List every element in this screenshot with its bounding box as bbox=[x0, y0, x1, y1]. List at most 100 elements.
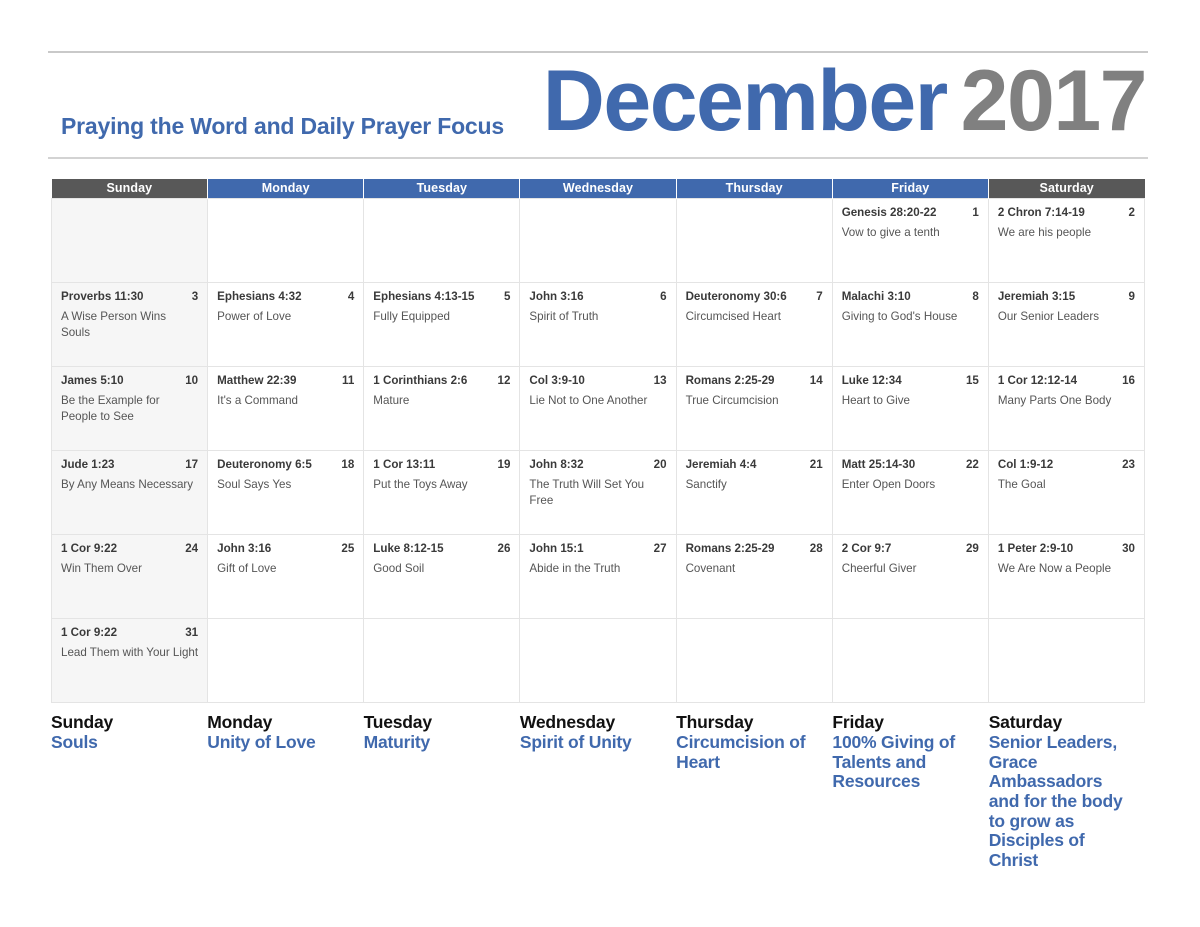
title-month: December bbox=[542, 53, 948, 149]
calendar-day-cell[interactable]: Malachi 3:10 8 Giving to God's House bbox=[832, 282, 989, 367]
calendar-empty-cell bbox=[519, 618, 677, 703]
calendar-day-cell[interactable]: Matt 25:14-30 22 Enter Open Doors bbox=[832, 450, 989, 535]
calendar-day-cell[interactable]: Romans 2:25-29 14 True Circumcision bbox=[676, 366, 833, 451]
scripture-reference: Luke 8:12-15 bbox=[373, 541, 444, 555]
day-prayer-focus: Put the Toys Away bbox=[373, 477, 468, 491]
day-number: 28 bbox=[809, 541, 823, 555]
calendar-day-cell[interactable]: Luke 8:12-15 26 Good Soil bbox=[363, 534, 521, 619]
calendar-day-cell[interactable]: Genesis 28:20-22 1 Vow to give a tenth bbox=[832, 197, 989, 283]
scripture-reference: John 8:32 bbox=[529, 457, 584, 471]
weekday-header-tuesday: Tuesday bbox=[363, 179, 521, 198]
scripture-reference: Luke 12:34 bbox=[841, 373, 902, 387]
day-number: 30 bbox=[1122, 541, 1135, 555]
calendar-day-cell[interactable]: John 8:32 20 The Truth Will Set You Free bbox=[519, 450, 677, 535]
day-cell-top: Jeremiah 3:15 9 bbox=[998, 290, 1135, 303]
calendar-page: Praying the Word and Daily Prayer Focus … bbox=[0, 0, 1200, 927]
calendar-week-row: James 5:10 10 Be the Example for People to… bbox=[50, 366, 1146, 451]
calendar-day-cell[interactable]: 2 Cor 9:7 29 Cheerful Giver bbox=[832, 534, 989, 619]
legend-column-saturday: Saturday Senior Leaders, Grace Ambassador… bbox=[989, 712, 1145, 870]
calendar-day-cell[interactable]: 1 Cor 13:11 19 Put the Toys Away bbox=[363, 450, 521, 535]
day-number: 6 bbox=[660, 289, 667, 303]
day-number: 19 bbox=[497, 457, 511, 471]
day-number: 29 bbox=[965, 541, 979, 555]
calendar-day-cell[interactable]: Proverbs 11:30 3 A Wise Person Wins Souls bbox=[50, 282, 209, 367]
day-cell-top: 2 Cor 9:7 29 bbox=[842, 542, 979, 555]
calendar-header: Praying the Word and Daily Prayer Focus … bbox=[48, 58, 1148, 156]
scripture-reference: Ephesians 4:32 bbox=[217, 289, 302, 303]
day-number: 11 bbox=[342, 373, 355, 387]
weekday-header-wednesday: Wednesday bbox=[519, 179, 677, 198]
day-cell-top: 1 Cor 9:22 31 bbox=[61, 626, 198, 639]
calendar-day-cell[interactable]: Luke 12:34 15 Heart to Give bbox=[832, 366, 989, 451]
scripture-reference: James 5:10 bbox=[61, 373, 124, 387]
calendar-empty-cell bbox=[207, 197, 365, 283]
day-number: 1 bbox=[972, 205, 979, 219]
legend-column-tuesday: Tuesday Maturity bbox=[364, 712, 520, 870]
calendar-day-cell[interactable]: Deuteronomy 30:6 7 Circumcised Heart bbox=[676, 282, 833, 367]
scripture-reference: Proverbs 11:30 bbox=[61, 289, 144, 303]
day-cell-top: 1 Corinthians 2:6 12 bbox=[373, 374, 510, 387]
day-prayer-focus: Abide in the Truth bbox=[529, 561, 621, 575]
day-number: 9 bbox=[1128, 289, 1135, 303]
calendar-day-cell[interactable]: John 3:16 6 Spirit of Truth bbox=[519, 282, 677, 367]
calendar-day-cell[interactable]: 1 Corinthians 2:6 12 Mature bbox=[363, 366, 521, 451]
day-number: 18 bbox=[341, 457, 355, 471]
day-prayer-focus: We are his people bbox=[997, 225, 1092, 239]
day-prayer-focus: We Are Now a People bbox=[997, 561, 1112, 575]
scripture-reference: Romans 2:25-29 bbox=[685, 541, 775, 555]
day-cell-top: Luke 8:12-15 26 bbox=[373, 542, 510, 555]
calendar-empty-cell bbox=[832, 618, 989, 703]
scripture-reference: John 3:16 bbox=[529, 289, 584, 303]
legend-day-label: Thursday bbox=[676, 712, 754, 732]
legend-column-monday: Monday Unity of Love bbox=[207, 712, 363, 870]
day-cell-top: Luke 12:34 15 bbox=[842, 374, 979, 387]
day-prayer-focus: Many Parts One Body bbox=[997, 393, 1112, 407]
day-number: 14 bbox=[809, 373, 823, 387]
day-cell-top: Ephesians 4:13-15 5 bbox=[373, 290, 510, 303]
calendar-day-cell[interactable]: Jude 1:23 17 By Any Means Necessary bbox=[50, 450, 209, 535]
legend-focus-text: Circumcision of Heart bbox=[676, 732, 806, 772]
day-cell-top: Col 3:9-10 13 bbox=[529, 374, 666, 387]
calendar-day-cell[interactable]: Deuteronomy 6:5 18 Soul Says Yes bbox=[207, 450, 365, 535]
page-subtitle: Praying the Word and Daily Prayer Focus bbox=[61, 113, 504, 139]
scripture-reference: Romans 2:25-29 bbox=[685, 373, 775, 387]
calendar-day-cell[interactable]: 2 Chron 7:14-19 2 We are his people bbox=[988, 197, 1146, 283]
day-cell-top: Ephesians 4:32 4 bbox=[217, 290, 354, 303]
calendar-day-cell[interactable]: Col 3:9-10 13 Lie Not to One Another bbox=[519, 366, 677, 451]
calendar-day-cell[interactable]: John 15:1 27 Abide in the Truth bbox=[519, 534, 677, 619]
calendar-day-cell[interactable]: James 5:10 10 Be the Example for People to… bbox=[50, 366, 209, 451]
calendar-day-cell[interactable]: Romans 2:25-29 28 Covenant bbox=[676, 534, 833, 619]
day-cell-top: John 3:16 6 bbox=[529, 290, 666, 303]
day-prayer-focus: Lie Not to One Another bbox=[529, 393, 648, 407]
legend-day-label: Monday bbox=[207, 712, 273, 732]
calendar-day-cell[interactable]: Matthew 22:39 11 It's a Command bbox=[207, 366, 365, 451]
legend-focus-text: Senior Leaders, Grace Ambassadors and fo… bbox=[988, 732, 1123, 870]
calendar-day-cell[interactable]: Ephesians 4:32 4 Power of Love bbox=[207, 282, 365, 367]
calendar-empty-cell bbox=[676, 618, 833, 703]
title-year: 2017 bbox=[960, 53, 1148, 149]
day-prayer-focus: Lead Them with Your Light bbox=[61, 645, 199, 659]
day-cell-top: Jude 1:23 17 bbox=[61, 458, 198, 471]
scripture-reference: Matthew 22:39 bbox=[217, 373, 297, 387]
day-cell-top: Matt 25:14-30 22 bbox=[842, 458, 979, 471]
day-prayer-focus: Mature bbox=[373, 393, 410, 407]
scripture-reference: Jeremiah 3:15 bbox=[997, 289, 1076, 303]
scripture-reference: Deuteronomy 30:6 bbox=[685, 289, 787, 303]
calendar-day-cell[interactable]: Jeremiah 3:15 9 Our Senior Leaders bbox=[988, 282, 1146, 367]
calendar-day-cell[interactable]: Col 1:9-12 23 The Goal bbox=[988, 450, 1146, 535]
calendar-day-cell[interactable]: Ephesians 4:13-15 5 Fully Equipped bbox=[363, 282, 521, 367]
scripture-reference: Ephesians 4:13-15 bbox=[373, 289, 475, 303]
calendar-day-cell[interactable]: 1 Peter 2:9-10 30 We Are Now a People bbox=[988, 534, 1146, 619]
calendar-day-cell[interactable]: 1 Cor 9:22 31 Lead Them with Your Light bbox=[50, 618, 209, 703]
legend-focus-text: Maturity bbox=[363, 732, 431, 753]
calendar-day-cell[interactable]: 1 Cor 9:22 24 Win Them Over bbox=[50, 534, 209, 619]
day-number: 31 bbox=[185, 625, 199, 639]
legend-day-label: Friday bbox=[832, 712, 884, 732]
calendar-day-cell[interactable]: John 3:16 25 Gift of Love bbox=[207, 534, 365, 619]
calendar-day-cell[interactable]: Jeremiah 4:4 21 Sanctify bbox=[676, 450, 833, 535]
day-number: 21 bbox=[809, 457, 823, 471]
day-number: 17 bbox=[185, 457, 199, 471]
day-cell-top: 1 Cor 13:11 19 bbox=[373, 458, 510, 471]
legend-focus-text: Spirit of Unity bbox=[519, 732, 632, 753]
calendar-day-cell[interactable]: 1 Cor 12:12-14 16 Many Parts One Body bbox=[988, 366, 1146, 451]
